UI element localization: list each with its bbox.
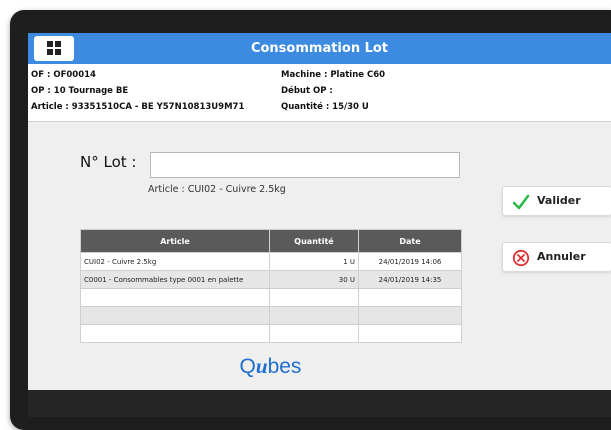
cell-quantite: 1 U (269, 252, 359, 271)
title-bar: Consommation Lot (28, 33, 611, 64)
cell-article (80, 324, 270, 343)
page-title: Consommation Lot (250, 41, 389, 56)
grid-icon (47, 41, 62, 56)
cell-date (358, 306, 462, 325)
bottom-bezel-strip (28, 390, 611, 417)
table-row[interactable]: CUI02 - Cuivre 2.5kg 1 U 24/01/2019 14:0… (80, 252, 462, 271)
info-panel: OF : OF00014 OP : 10 Tournage BE Article… (28, 64, 611, 122)
lot-input[interactable] (150, 152, 460, 178)
valider-button[interactable]: Valider (502, 186, 611, 216)
cell-article (80, 306, 270, 325)
machine-info: Machine : Platine C60 (281, 70, 386, 80)
check-icon (512, 194, 530, 210)
cell-date: 24/01/2019 14:35 (358, 270, 462, 289)
of-info: OF : OF00014 (31, 70, 96, 80)
debut-op-info: Début OP : (281, 86, 333, 96)
main-content: N° Lot : Article : CUI02 - Cuivre 2.5kg … (28, 122, 611, 390)
cell-article (80, 288, 270, 307)
cell-date (358, 288, 462, 307)
table-row[interactable]: C0001 - Consommables type 0001 en palett… (80, 270, 462, 289)
article-info-header: Article : 93351510CA - BE Y57N10813U9M71 (31, 102, 245, 112)
consumption-table: Article Quantité Date CUI02 - Cuivre 2.5… (80, 229, 462, 343)
quantite-info: Quantité : 15/30 U (281, 102, 369, 112)
valider-label: Valider (537, 194, 581, 207)
annuler-label: Annuler (537, 250, 586, 263)
op-info: OP : 10 Tournage BE (31, 86, 129, 96)
app-screen: Consommation Lot OF : OF00014 OP : 10 To… (28, 33, 611, 390)
cell-article: C0001 - Consommables type 0001 en palett… (80, 270, 270, 289)
table-row[interactable] (80, 288, 462, 307)
cell-quantite (269, 306, 359, 325)
cell-quantite (269, 324, 359, 343)
qubes-logo: Qubes (239, 354, 302, 378)
table-header-row: Article Quantité Date (80, 229, 462, 253)
cell-date (358, 324, 462, 343)
cell-date: 24/01/2019 14:06 (358, 252, 462, 271)
annuler-button[interactable]: Annuler (502, 242, 611, 272)
cell-article: CUI02 - Cuivre 2.5kg (80, 252, 270, 271)
cancel-circle-icon (512, 249, 530, 267)
column-header-date: Date (358, 229, 462, 253)
lot-article-info: Article : CUI02 - Cuivre 2.5kg (148, 184, 286, 195)
column-header-quantite: Quantité (269, 229, 359, 253)
cell-quantite (269, 288, 359, 307)
cell-quantite: 30 U (269, 270, 359, 289)
lot-label: N° Lot : (80, 153, 137, 171)
column-header-article: Article (80, 229, 270, 253)
table-row[interactable] (80, 306, 462, 325)
table-row[interactable] (80, 324, 462, 343)
menu-button[interactable] (34, 36, 74, 61)
